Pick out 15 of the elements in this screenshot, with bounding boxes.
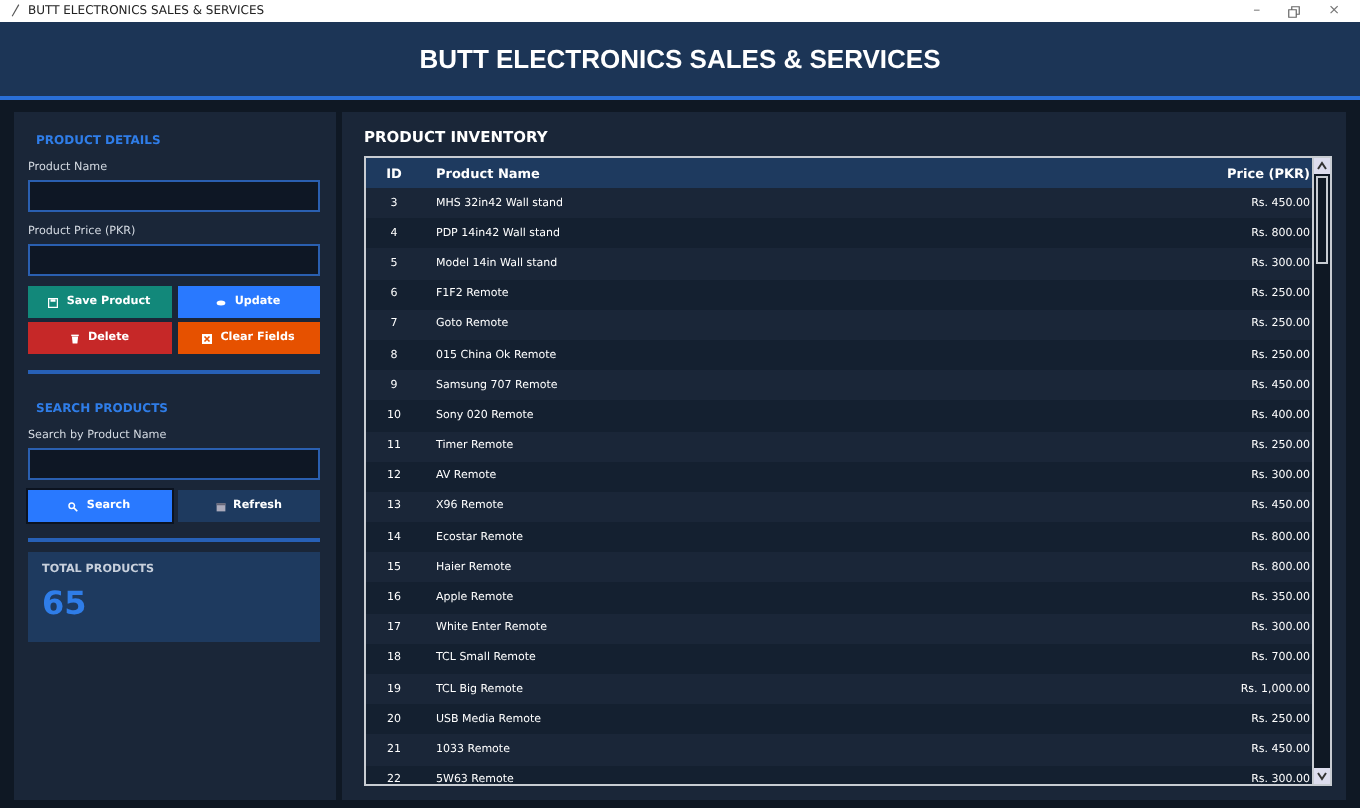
app-title: BUTT ELECTRONICS SALES & SERVICES: [419, 44, 941, 74]
input-field[interactable]: [28, 244, 320, 276]
scroll-up-icon[interactable]: [1314, 158, 1330, 174]
input-field[interactable]: [28, 180, 320, 212]
scrollbar[interactable]: [1312, 158, 1330, 784]
search-icon: [68, 501, 79, 511]
close-icon: [202, 333, 213, 343]
search-field[interactable]: [28, 448, 320, 480]
total-count: 65: [42, 584, 89, 622]
restore-icon[interactable]: [1288, 5, 1301, 17]
calendar-icon: [215, 501, 226, 511]
trash-icon: [69, 333, 80, 343]
scroll-thumb[interactable]: [1316, 176, 1328, 264]
floppy-icon: [48, 297, 59, 307]
scroll-down-icon[interactable]: [1314, 768, 1330, 784]
